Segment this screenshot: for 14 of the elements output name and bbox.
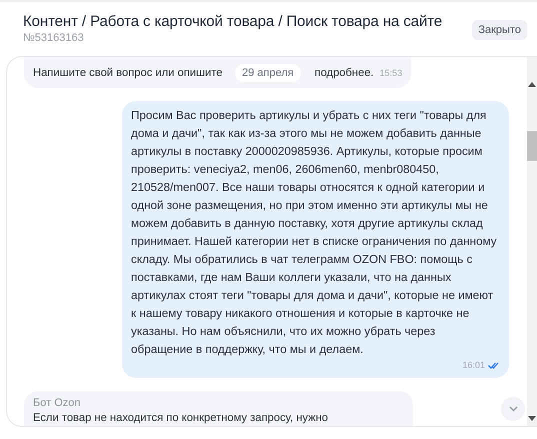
ticket-title: Контент / Работа с карточкой товара / Поиск товара на сайте	[23, 13, 444, 30]
message-text: Если товар не находится по конкретному запросу, нужно	[33, 412, 328, 424]
ticket-number: №53163163	[23, 32, 85, 44]
message-text: Просим Вас проверить артикулы и убрать с них теги "товары для дома и дачи", так как из-за этого мы не можем добавить данные артикулы в поставку 2000020985936. Артикулы, которые просим проверить: veneciya2, men06, 2606men60, menbr080450, 210528/men007. Все наши товары относятся к одной категории и одной зоне размещения, но при этом именно эти артикулы мы не можем добавить в данную поставку, хотя другие артикулы склад принимает. Нашей категории нет в списке ограничения по данному складу. Мы обратились в чат телеграмм OZON FBO: помощь с поставками, где нам Ваши коллеги указали, что на данных артикулах стоят теги "товары для дома и дачи", которые не имеют к нашему товару никакого отношения и которые в карточке не указаны. Но нам объяснили, что их можно убрать через обращение в поддержку, что мы и делаем.	[131, 108, 498, 358]
message-time: 15:53	[380, 68, 402, 78]
message-text: Напишите свой вопрос или опишите	[33, 67, 223, 79]
scroll-up-icon[interactable]	[528, 81, 536, 87]
message-time: 16:01	[462, 359, 485, 372]
scroll-down-icon[interactable]	[528, 416, 536, 422]
date-label: 29 апреля	[235, 64, 301, 82]
chevron-down-icon	[508, 406, 518, 412]
sender-name: Бот Ozon	[33, 397, 82, 409]
message-text: подробнее.	[314, 67, 374, 79]
status-badge: Закрыто	[472, 20, 527, 40]
